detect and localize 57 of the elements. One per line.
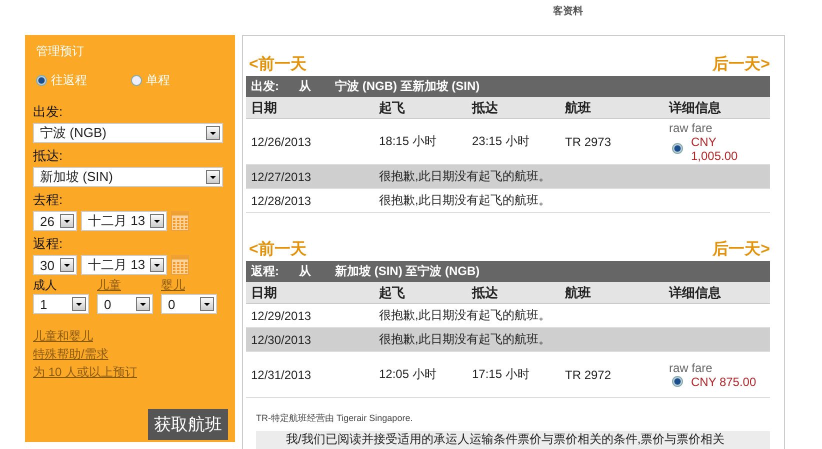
column-header: 航班 — [565, 284, 592, 302]
column-header: 起飞 — [379, 284, 406, 302]
arrive-cell-text: 23:15 小时 — [472, 133, 530, 150]
column-header: 日期 — [251, 98, 278, 116]
date-cell-text: 12/30/2013 — [251, 332, 312, 346]
fare-label: raw fare — [669, 120, 714, 134]
terms-text: 我/我们已阅读并接受适用的承运人运输条件票价与票价相关的条件,票价与票价相关 — [286, 432, 725, 446]
route-text: 新加坡 (SIN) 至宁波 (NGB) — [335, 263, 480, 280]
depart-cell-text: 18:15 小时 — [379, 133, 438, 150]
date-cell-text: 12/26/2013 — [251, 134, 312, 148]
fare-price: CNY 1,005.00 — [691, 134, 739, 162]
from-label: 从 — [299, 78, 311, 95]
month-dropdown[interactable]: 十二月 13 — [81, 211, 167, 231]
field-label: 抵达: — [33, 147, 64, 165]
column-header: 抵达 — [472, 98, 499, 116]
column-header: 起飞 — [379, 98, 406, 116]
passenger-label: 成人 — [33, 277, 57, 294]
no-flight-message: 很抱歉,此日期没有起飞的航班。 — [379, 307, 552, 324]
field-label: 去程: — [33, 191, 64, 209]
day-dropdown[interactable]: 26 — [33, 211, 77, 231]
field-label: 返程: — [33, 235, 64, 253]
flight-cell-text: TR 2972 — [565, 368, 612, 382]
passenger-dropdown[interactable]: 0 — [161, 294, 217, 314]
radio-label: 单程 — [146, 72, 170, 89]
passenger-dropdown[interactable]: 0 — [97, 294, 153, 314]
column-header: 日期 — [251, 284, 278, 302]
no-flight-message: 很抱歉,此日期没有起飞的航班。 — [379, 168, 552, 185]
arrive-cell-text: 17:15 小时 — [472, 366, 530, 383]
fare-price: CNY 875.00 — [691, 374, 756, 388]
date-cell-text: 12/28/2013 — [251, 194, 312, 208]
search-button[interactable]: 获取航班 — [148, 409, 228, 440]
date-cell-text: 12/31/2013 — [251, 368, 312, 382]
step-tab[interactable]: 客资料 — [553, 6, 583, 18]
dropdown[interactable]: 宁波 (NGB) — [33, 123, 223, 143]
journey-type: 出发: — [251, 78, 279, 95]
passenger-dropdown[interactable]: 1 — [33, 294, 89, 314]
dropdown[interactable]: 新加坡 (SIN) — [33, 167, 223, 187]
operator-note: TR-特定航班经营由 Tigerair Singapore. — [256, 412, 414, 425]
column-header: 抵达 — [472, 284, 499, 302]
date-cell-text: 12/27/2013 — [251, 170, 312, 184]
column-header: 详细信息 — [669, 284, 722, 302]
column-header: 航班 — [565, 98, 592, 116]
column-header: 详细信息 — [669, 98, 722, 116]
flight-cell-text: TR 2973 — [565, 134, 612, 148]
no-flight-message: 很抱歉,此日期没有起飞的航班。 — [379, 192, 552, 209]
month-dropdown[interactable]: 十二月 13 — [81, 255, 167, 275]
no-flight-message: 很抱歉,此日期没有起飞的航班。 — [379, 331, 552, 348]
depart-cell-text: 12:05 小时 — [379, 366, 438, 383]
field-label: 出发: — [33, 103, 64, 121]
radio-label: 往返程 — [51, 72, 87, 89]
journey-type: 返程: — [251, 263, 279, 280]
route-text: 宁波 (NGB) 至新加坡 (SIN) — [335, 78, 480, 95]
from-label: 从 — [299, 263, 311, 280]
fare-label: raw fare — [669, 360, 714, 374]
panel-title: 管理预订 — [36, 43, 85, 60]
day-dropdown[interactable]: 30 — [33, 255, 77, 275]
date-cell-text: 12/29/2013 — [251, 308, 312, 322]
